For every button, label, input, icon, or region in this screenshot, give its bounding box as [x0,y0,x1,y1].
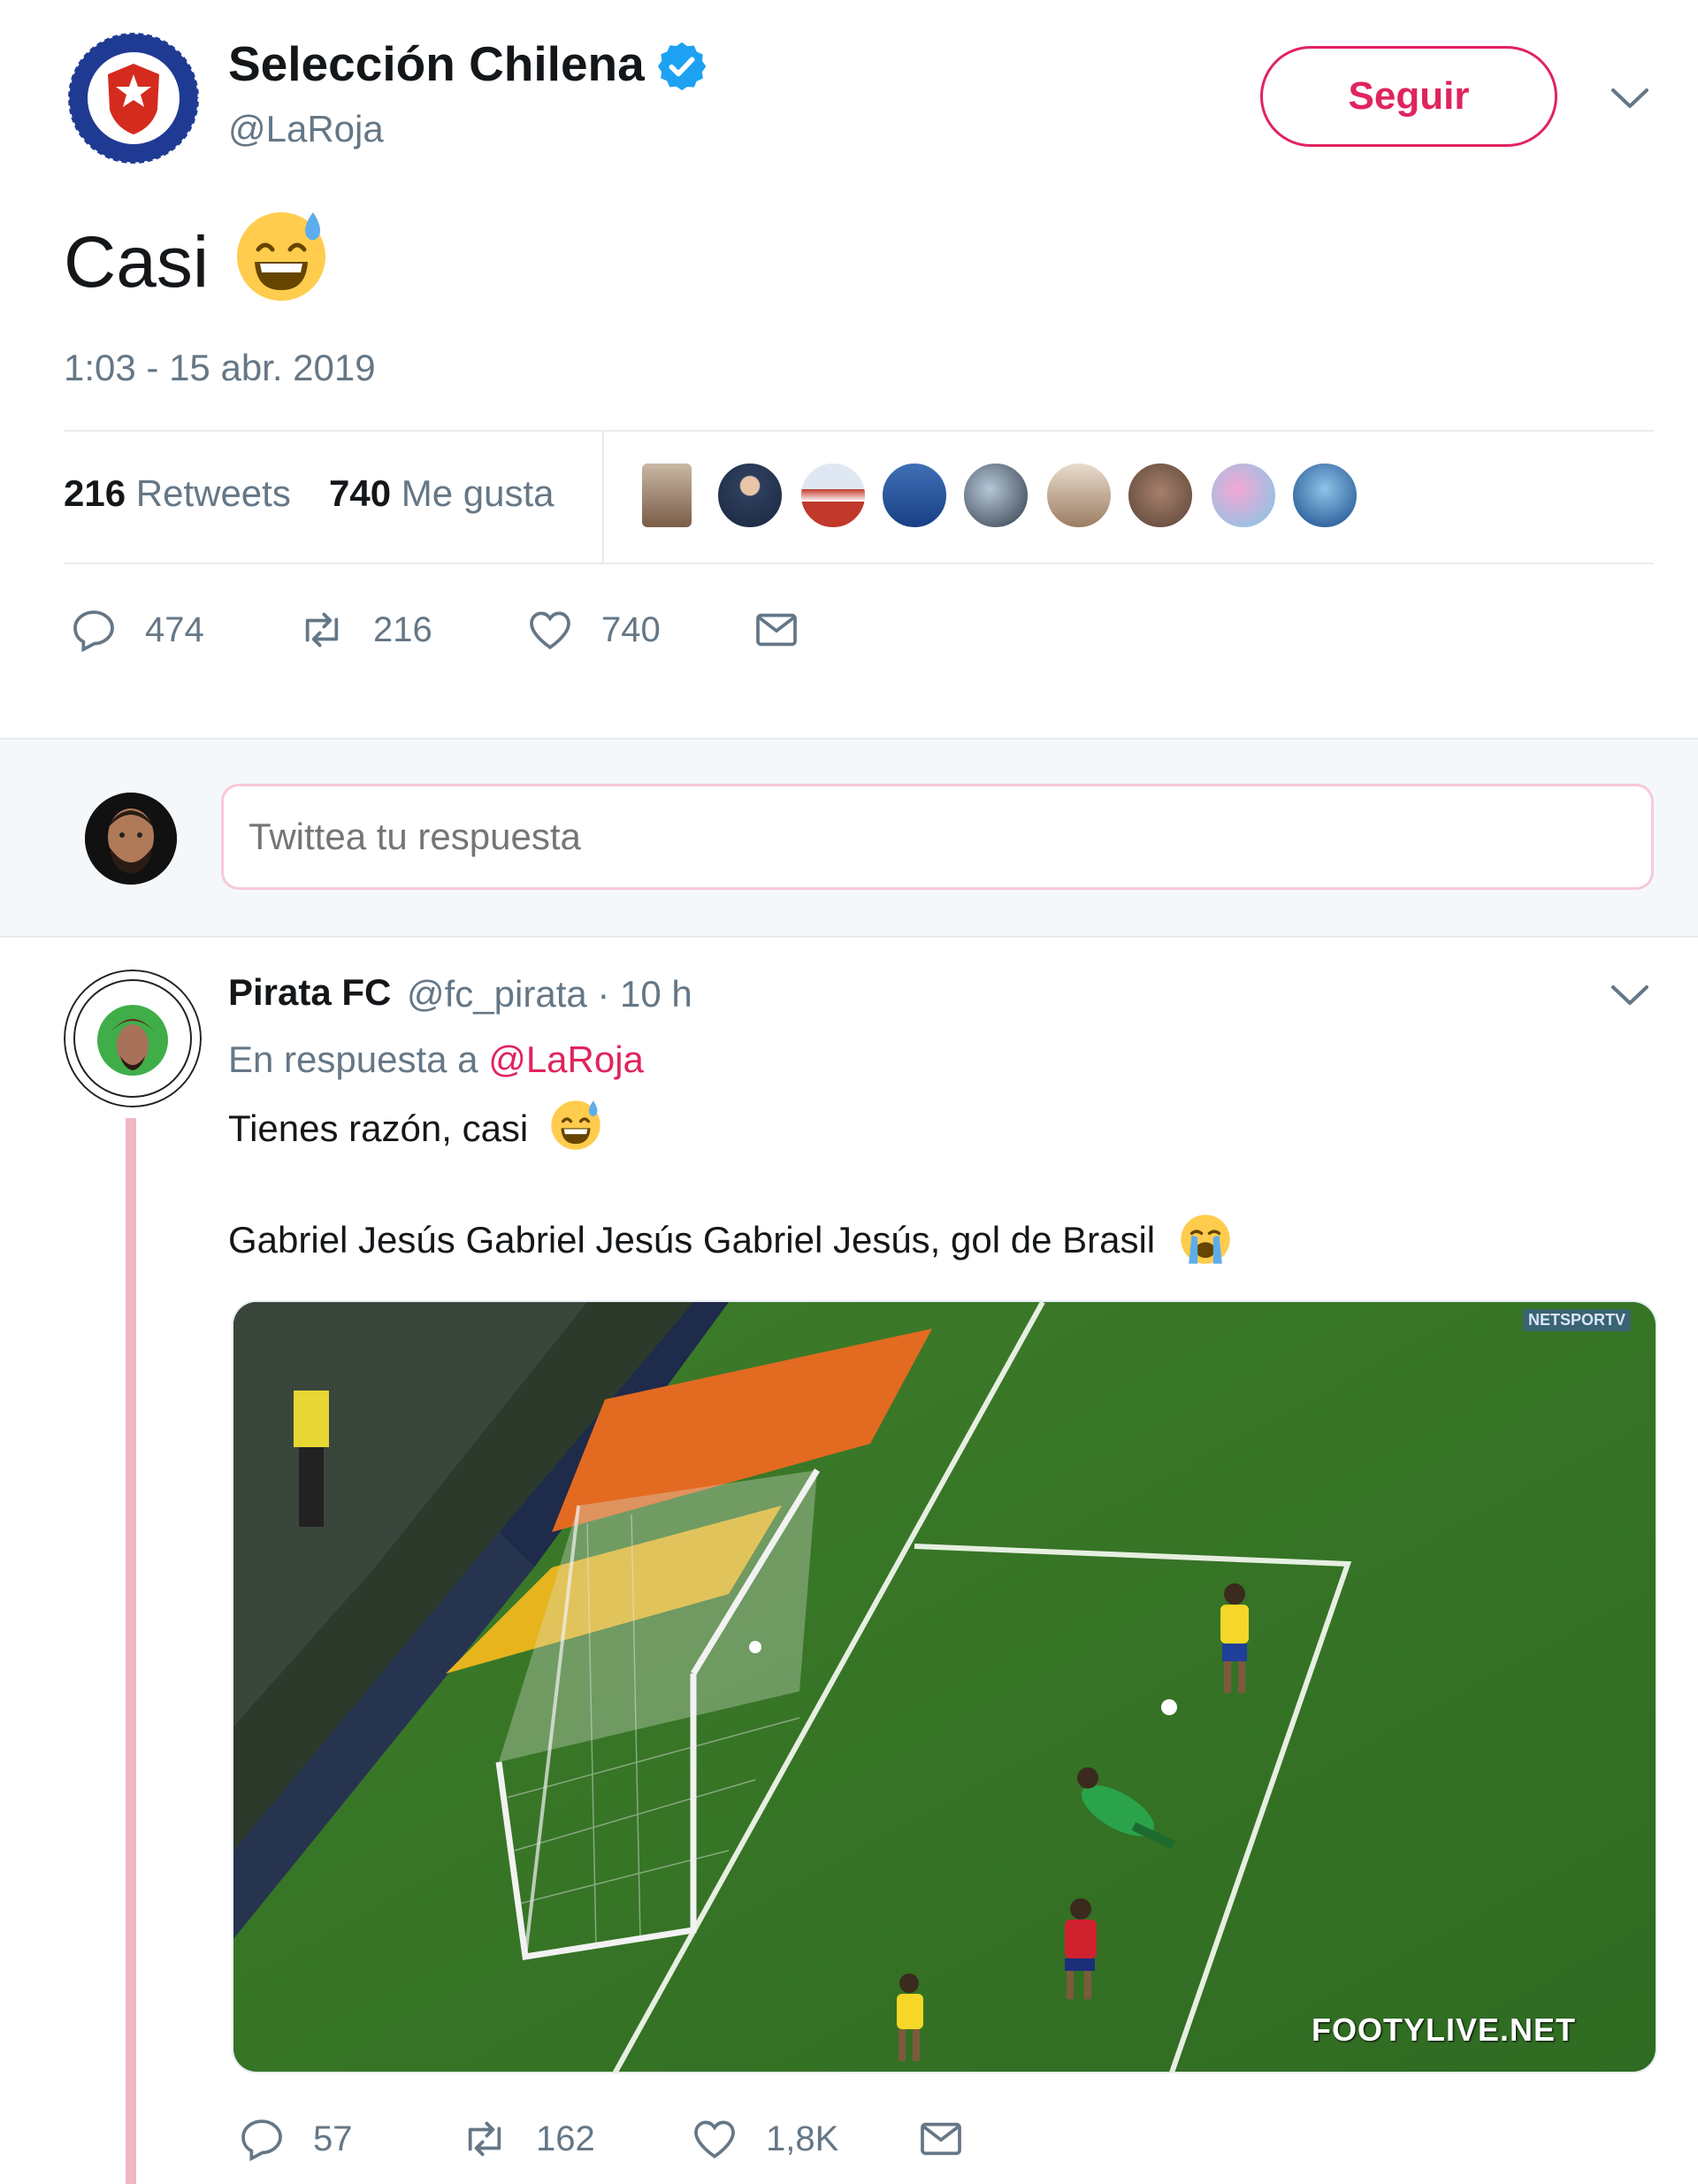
reply-count: 474 [145,609,204,649]
verified-badge-icon [654,39,709,94]
likes-label: Me gusta [401,472,555,514]
current-user-avatar[interactable] [85,793,177,885]
stats-separator [602,432,604,563]
author-handle[interactable]: @LaRoja [228,108,384,150]
retweet-action[interactable]: 216 [297,605,432,655]
retweets-count: 216 [64,472,126,514]
reply-action[interactable]: 57 [237,2114,353,2164]
heart-icon [530,611,570,650]
envelope-icon [921,2122,961,2156]
retweet-icon [305,612,339,648]
retweet-action[interactable]: 162 [460,2114,595,2164]
in-reply-handle-link[interactable]: @LaRoja [488,1038,644,1080]
video-player[interactable]: NETSPORTV FOOTYLIVE.NET [232,1300,1657,2073]
reply-icon [241,2119,282,2162]
divider [64,563,1654,564]
retweet-count: 216 [373,609,432,649]
envelope-icon [756,613,797,647]
likes-count: 740 [329,472,392,514]
in-reply-prefix: En respuesta a [228,1038,478,1080]
liker-avatar[interactable] [1210,462,1277,529]
grinning-sweat-emoji-icon [232,205,331,304]
liker-avatar[interactable] [881,462,948,529]
video-watermark: FOOTYLIVE.NET [1311,2012,1576,2048]
retweet-count: 162 [536,2119,595,2158]
retweets-stat[interactable]: 216 Retweets [64,472,291,515]
liker-avatar[interactable] [640,462,693,529]
divider [64,430,1654,432]
reply-author-handle-time[interactable]: @fc_pirata · 10 h [407,973,692,1015]
reply-author-avatar[interactable] [64,969,202,1107]
in-reply-to: En respuesta a @LaRoja [228,1038,644,1081]
direct-message-action[interactable] [752,605,801,655]
direct-message-action[interactable] [916,2114,966,2164]
heart-icon [694,2120,735,2159]
chevron-down-icon[interactable] [1610,85,1650,111]
liker-avatar[interactable] [1045,462,1113,529]
grinning-sweat-emoji-icon [548,1097,603,1152]
reply-icon [73,610,114,653]
liker-avatar[interactable] [1127,462,1194,529]
like-count: 1,8K [766,2119,839,2158]
crying-face-emoji-icon [1178,1212,1233,1267]
like-count: 740 [601,609,661,649]
reply-input[interactable] [221,784,1654,890]
retweets-label: Retweets [135,472,291,514]
chevron-down-icon[interactable] [1610,982,1650,1008]
reply-text-line1: Tienes razón, casi [228,1107,529,1149]
liker-avatar[interactable] [716,462,784,529]
reply-author-name[interactable]: Pirata FC [228,971,391,1014]
liker-avatar[interactable] [1291,462,1358,529]
like-action[interactable]: 740 [525,605,661,655]
likes-stat[interactable]: 740 Me gusta [329,472,555,515]
tweet-timestamp[interactable]: 1:03 - 15 abr. 2019 [64,347,376,389]
liker-avatar[interactable] [799,462,867,529]
liker-avatar[interactable] [962,462,1029,529]
retweet-icon [468,2121,501,2157]
soccer-goal-video-frame [233,1302,1656,2072]
tweet-text: Casi [64,222,210,303]
channel-logo: NETSPORTV [1522,1309,1631,1331]
follow-button[interactable]: Seguir [1260,46,1557,147]
reply-action[interactable]: 474 [69,605,204,655]
like-action[interactable]: 1,8K [690,2114,838,2164]
author-avatar[interactable] [64,28,203,168]
reply-text-line2: Gabriel Jesús Gabriel Jesús Gabriel Jesú… [228,1219,1156,1261]
author-display-name[interactable]: Selección Chilena [228,35,645,92]
thread-line [126,1118,136,2184]
reply-count: 57 [313,2119,353,2158]
